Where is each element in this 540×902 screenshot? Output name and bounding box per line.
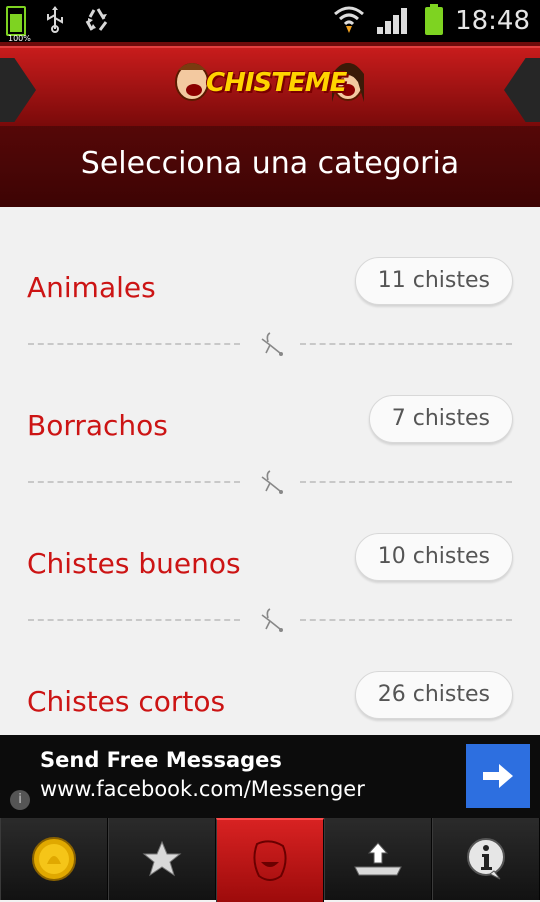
ad-url: www.facebook.com/Messenger — [40, 777, 365, 801]
count-badge: 26 chistes — [354, 671, 513, 719]
list-divider — [28, 329, 512, 359]
ad-open-button[interactable] — [466, 744, 530, 808]
pointing-hand-icon — [261, 332, 283, 356]
status-bar: 100% 18:48 — [0, 0, 540, 43]
count-badge: 10 chistes — [354, 533, 513, 581]
logo-text: CHISTEME — [206, 68, 347, 98]
tab-favorites[interactable] — [108, 818, 216, 900]
list-item[interactable]: Borrachos 7 chistes — [0, 387, 540, 467]
app-logo: CHISTEME — [172, 52, 368, 112]
bottom-tab-bar — [0, 818, 540, 902]
info-icon — [467, 838, 505, 880]
battery-full-notification-icon — [6, 6, 26, 36]
category-list: Animales 11 chistes Borrachos 7 chistes … — [0, 207, 540, 735]
count-badge: 11 chistes — [354, 257, 513, 305]
status-notifications: 100% — [6, 4, 112, 43]
recycle-icon — [84, 6, 112, 37]
clock: 18:48 — [455, 6, 530, 36]
ad-info-icon[interactable]: i — [10, 790, 30, 810]
tab-coins[interactable] — [0, 818, 108, 900]
pointing-hand-icon — [261, 608, 283, 632]
list-item[interactable]: Chistes buenos 10 chistes — [0, 525, 540, 605]
coin-icon — [32, 837, 76, 881]
category-name: Chistes buenos — [27, 547, 241, 580]
tab-upload[interactable] — [324, 818, 432, 900]
app-header: CHISTEME Selecciona una categoria — [0, 42, 540, 207]
ad-banner[interactable]: Send Free Messages www.facebook.com/Mess… — [0, 735, 540, 818]
status-indicators: 18:48 — [333, 0, 530, 42]
signal-strength-icon — [377, 8, 413, 34]
category-name: Animales — [27, 271, 156, 304]
page-title: Selecciona una categoria — [80, 146, 460, 181]
list-divider — [28, 467, 512, 497]
tab-info[interactable] — [432, 818, 540, 900]
tab-categories[interactable] — [216, 818, 324, 902]
star-icon — [142, 840, 182, 877]
upload-icon — [354, 842, 402, 876]
list-item[interactable]: Animales 11 chistes — [0, 249, 540, 329]
ad-title: Send Free Messages — [40, 748, 282, 772]
pointing-hand-icon — [261, 470, 283, 494]
count-badge: 7 chistes — [368, 395, 513, 443]
battery-icon — [425, 4, 444, 35]
category-name: Chistes cortos — [27, 685, 226, 718]
wifi-icon — [333, 4, 365, 38]
category-name: Borrachos — [27, 409, 168, 442]
laughing-face-icon — [253, 840, 287, 881]
list-item[interactable]: Chistes cortos 26 chistes — [0, 663, 540, 743]
arrow-right-icon — [483, 764, 513, 788]
list-divider — [28, 605, 512, 635]
usb-icon — [44, 5, 66, 38]
